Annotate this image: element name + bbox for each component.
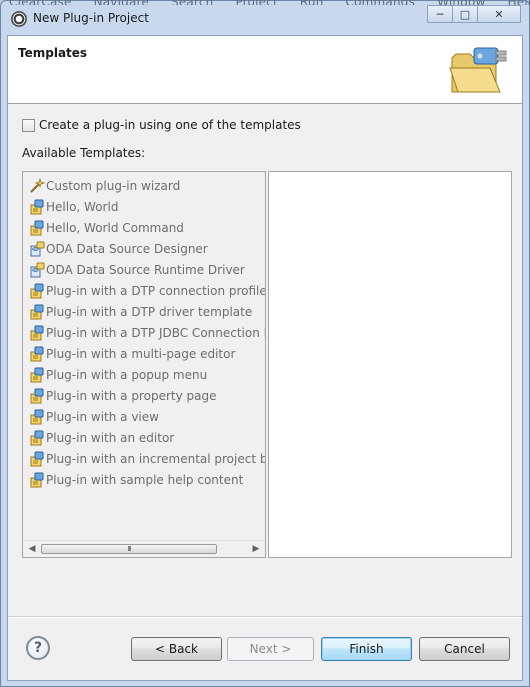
- scroll-left-icon[interactable]: ◀: [25, 543, 39, 555]
- plugin-template-icon: [29, 388, 45, 404]
- footer-separator: [8, 616, 522, 618]
- template-label: Plug-in with sample help content: [46, 472, 244, 487]
- template-label: Plug-in with a DTP driver template: [46, 304, 253, 319]
- template-list-item[interactable]: Hello, World: [23, 196, 265, 217]
- plugin-template-icon: [29, 220, 45, 236]
- template-label: Plug-in with a DTP JDBC Connection P: [46, 325, 266, 340]
- template-label: Plug-in with an editor: [46, 430, 175, 445]
- template-label: ODA Data Source Designer: [46, 241, 208, 256]
- template-label: Hello, World Command: [46, 220, 184, 235]
- window-controls: ─ □ ✕: [427, 5, 521, 23]
- plugin-template-icon: [29, 472, 45, 488]
- oda-template-icon: [29, 241, 45, 257]
- finish-button[interactable]: Finish: [321, 637, 412, 661]
- oda-template-icon: [29, 262, 45, 278]
- back-button[interactable]: < Back: [131, 637, 222, 661]
- template-list-item[interactable]: Plug-in with a DTP connection profile: [23, 280, 265, 301]
- use-template-label[interactable]: Create a plug-in using one of the templa…: [39, 118, 301, 132]
- template-label: Plug-in with a multi-page editor: [46, 346, 236, 361]
- horizontal-scrollbar[interactable]: ◀ III ▶: [23, 540, 265, 557]
- dialog-client-area: Templates Create a plug-in using one of …: [7, 35, 523, 681]
- cancel-button[interactable]: Cancel: [419, 637, 510, 661]
- scroll-thumb[interactable]: III: [41, 544, 217, 554]
- next-button[interactable]: Next >: [227, 637, 314, 661]
- template-list-item[interactable]: ODA Data Source Runtime Driver: [23, 259, 265, 280]
- template-list-item[interactable]: Plug-in with an incremental project bu: [23, 448, 265, 469]
- template-list-item[interactable]: Plug-in with a view: [23, 406, 265, 427]
- wizard-footer: ? < Back Next > Finish Cancel: [8, 622, 522, 680]
- template-list-item[interactable]: Plug-in with a popup menu: [23, 364, 265, 385]
- template-list-item[interactable]: Plug-in with a multi-page editor: [23, 343, 265, 364]
- plugin-template-icon: [29, 283, 45, 299]
- wizard-content: Create a plug-in using one of the templa…: [8, 105, 522, 625]
- template-checkbox-row[interactable]: Create a plug-in using one of the templa…: [22, 118, 301, 132]
- template-list-item[interactable]: Plug-in with an editor: [23, 427, 265, 448]
- template-label: Custom plug-in wizard: [46, 178, 181, 193]
- template-list-item[interactable]: Plug-in with sample help content: [23, 469, 265, 490]
- new-plugin-project-window: ClearCaseNavigateSearchProjectRunCommand…: [0, 0, 530, 687]
- template-list-item[interactable]: Plug-in with a DTP JDBC Connection P: [23, 322, 265, 343]
- template-list-item[interactable]: ODA Data Source Designer: [23, 238, 265, 259]
- plugin-template-icon: [29, 430, 45, 446]
- plugin-template-icon: [29, 451, 45, 467]
- template-label: Plug-in with a popup menu: [46, 367, 208, 382]
- template-list-item[interactable]: Hello, World Command: [23, 217, 265, 238]
- template-label: Hello, World: [46, 199, 119, 214]
- template-list-item[interactable]: Plug-in with a DTP driver template: [23, 301, 265, 322]
- close-button[interactable]: ✕: [477, 5, 521, 23]
- available-templates-label: Available Templates:: [22, 146, 146, 160]
- plugin-template-icon: [29, 409, 45, 425]
- eclipse-icon: [11, 11, 27, 27]
- template-label: Plug-in with a view: [46, 409, 159, 424]
- plugin-template-icon: [29, 325, 45, 341]
- template-label: Plug-in with a property page: [46, 388, 217, 403]
- template-list-item[interactable]: Plug-in with a property page: [23, 385, 265, 406]
- minimize-button[interactable]: ─: [427, 5, 453, 23]
- template-label: Plug-in with an incremental project bu: [46, 451, 266, 466]
- scroll-right-icon[interactable]: ▶: [249, 543, 263, 555]
- template-list[interactable]: Custom plug-in wizard Hello, World Hello, …: [22, 171, 266, 558]
- plugin-template-icon: [29, 367, 45, 383]
- wizard-wand-icon: [29, 177, 46, 194]
- plugin-template-icon: [29, 199, 45, 215]
- wizard-header: Templates: [8, 36, 522, 104]
- template-description-pane: [268, 171, 512, 558]
- page-title: Templates: [18, 46, 88, 60]
- plugin-folder-icon: [449, 47, 507, 93]
- maximize-button[interactable]: □: [452, 5, 478, 23]
- template-label: Plug-in with a DTP connection profile: [46, 283, 266, 298]
- window-title: New Plug-in Project: [33, 11, 149, 25]
- template-list-item[interactable]: Custom plug-in wizard: [23, 175, 265, 196]
- plugin-template-icon: [29, 346, 45, 362]
- help-icon[interactable]: ?: [26, 636, 50, 660]
- title-bar[interactable]: New Plug-in Project ─ □ ✕: [1, 1, 529, 35]
- template-label: ODA Data Source Runtime Driver: [46, 262, 245, 277]
- use-template-checkbox[interactable]: [22, 118, 35, 132]
- plugin-template-icon: [29, 304, 45, 320]
